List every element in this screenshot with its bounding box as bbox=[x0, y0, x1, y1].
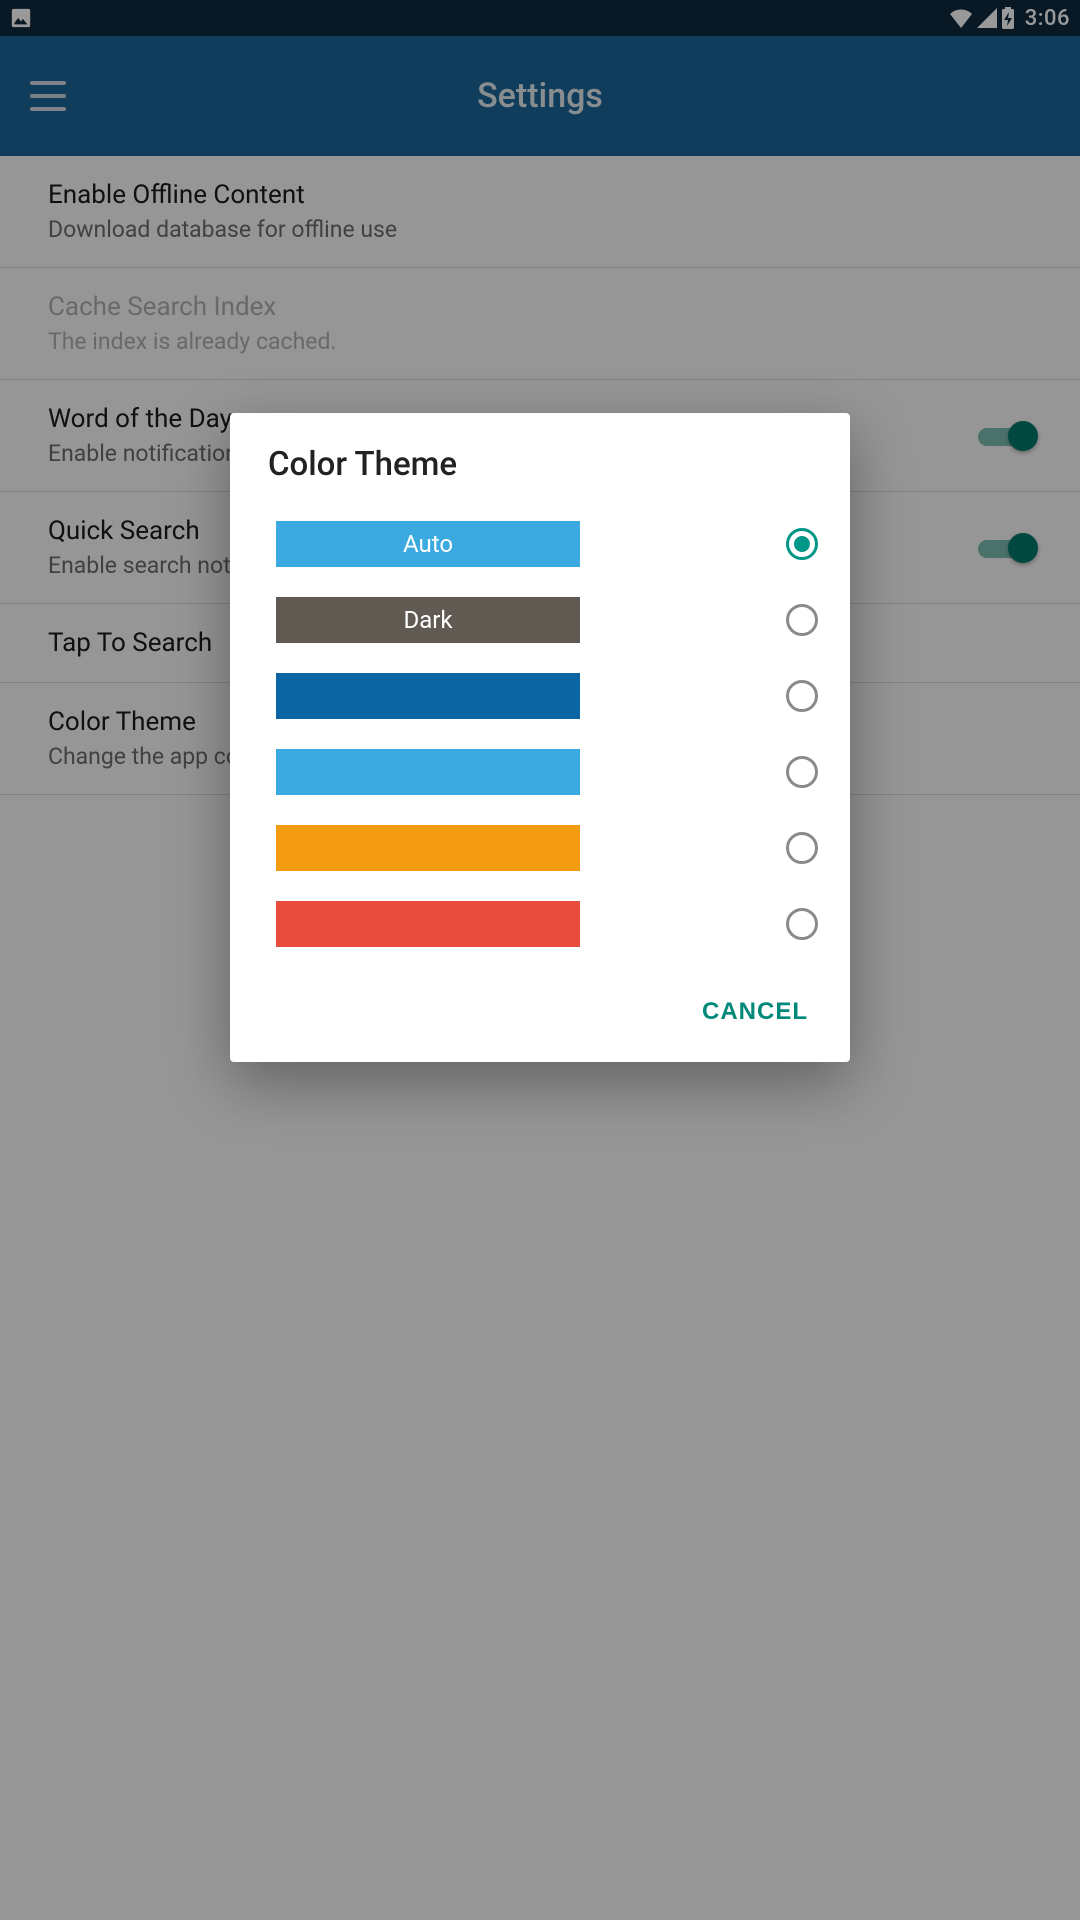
modal-overlay[interactable]: Color Theme Auto Dark bbox=[0, 0, 1080, 1920]
theme-option-4[interactable] bbox=[230, 734, 850, 810]
radio-button[interactable] bbox=[786, 832, 818, 864]
swatch-label: Dark bbox=[403, 606, 452, 634]
color-swatch: Auto bbox=[276, 521, 580, 567]
color-swatch bbox=[276, 749, 580, 795]
color-swatch bbox=[276, 673, 580, 719]
dialog-title: Color Theme bbox=[230, 413, 850, 506]
radio-button[interactable] bbox=[786, 756, 818, 788]
color-swatch bbox=[276, 825, 580, 871]
color-swatch: Dark bbox=[276, 597, 580, 643]
theme-option-6[interactable] bbox=[230, 886, 850, 962]
theme-option-5[interactable] bbox=[230, 810, 850, 886]
cancel-button[interactable]: CANCEL bbox=[694, 986, 816, 1038]
radio-button[interactable] bbox=[786, 604, 818, 636]
theme-option-3[interactable] bbox=[230, 658, 850, 734]
theme-option-dark[interactable]: Dark bbox=[230, 582, 850, 658]
color-theme-dialog: Color Theme Auto Dark bbox=[230, 413, 850, 1062]
theme-option-auto[interactable]: Auto bbox=[230, 506, 850, 582]
swatch-label: Auto bbox=[403, 530, 453, 558]
radio-button[interactable] bbox=[786, 680, 818, 712]
radio-button[interactable] bbox=[786, 908, 818, 940]
radio-button[interactable] bbox=[786, 528, 818, 560]
color-swatch bbox=[276, 901, 580, 947]
